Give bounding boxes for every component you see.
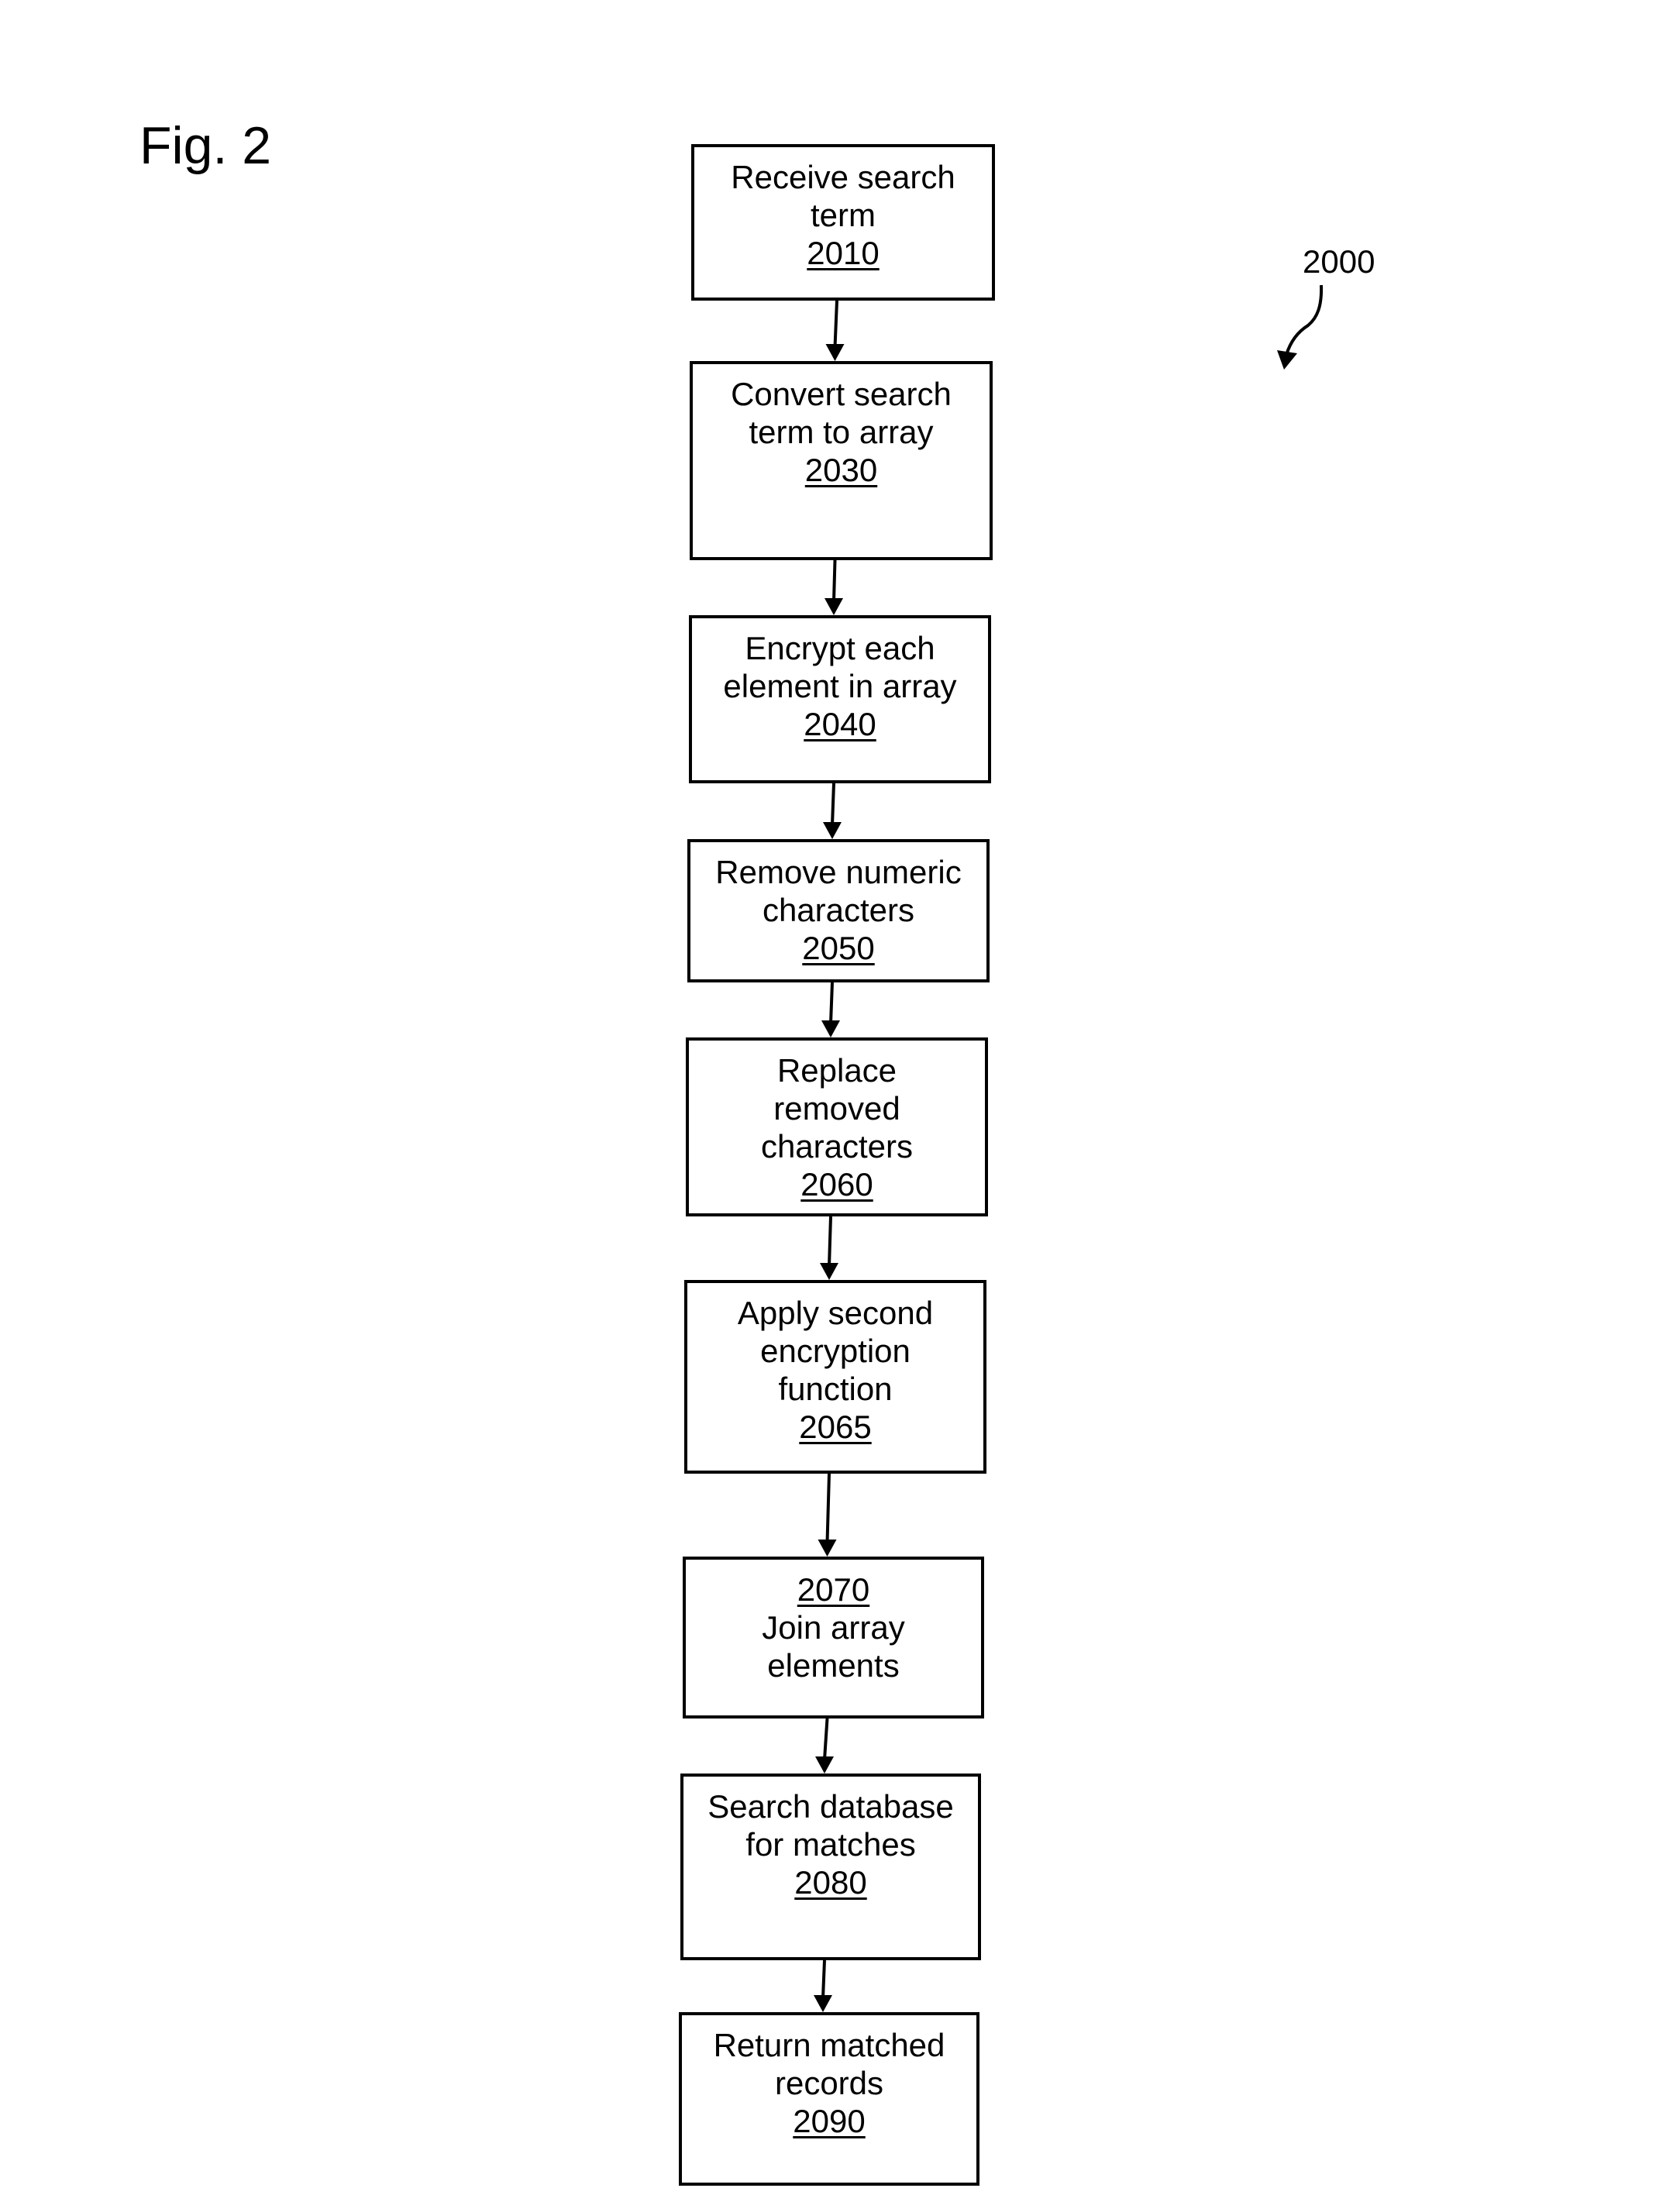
connector-arrowhead: [820, 1263, 838, 1280]
step-label-line: characters: [760, 1128, 914, 1165]
connector-arrowhead: [825, 344, 845, 361]
step-label-line: for matches: [745, 1826, 916, 1863]
connector-line: [823, 1718, 829, 1760]
step-label-line: elements: [767, 1647, 900, 1684]
step-number: 2030: [804, 452, 878, 488]
step-box-join-elements: 2070 Join array elements: [683, 1557, 984, 1718]
step-label-line: Replace: [776, 1052, 897, 1089]
step-box-replace-removed: Replace removed characters 2060: [686, 1037, 988, 1216]
step-label-line: element in array: [723, 668, 957, 704]
step-number: 2070: [797, 1571, 870, 1608]
step-box-return-records: Return matched records 2090: [679, 2012, 979, 2186]
step-number: 2065: [799, 1409, 872, 1445]
step-number: 2010: [807, 235, 880, 271]
step-label-line: Encrypt each: [745, 630, 935, 666]
step-label-line: characters: [762, 892, 915, 928]
step-label-line: Return matched: [713, 2027, 945, 2063]
step-label-line: term to array: [749, 414, 934, 450]
reference-leader-arrow: [1277, 284, 1324, 370]
connector-arrowhead: [825, 598, 843, 615]
connector-arrowhead: [818, 1540, 837, 1557]
connector-line: [833, 300, 838, 348]
connector-line: [829, 982, 834, 1024]
step-label-line: Remove numeric: [715, 854, 962, 890]
step-label-line: Search database: [707, 1788, 954, 1825]
step-box-search-database: Search database for matches 2080: [680, 1774, 981, 1960]
step-label-line: Receive search: [731, 159, 955, 195]
step-box-remove-numeric: Remove numeric characters 2050: [687, 839, 990, 982]
step-label-line: term: [811, 197, 876, 233]
connector-arrowhead: [821, 1020, 840, 1037]
step-label-line: removed: [773, 1090, 900, 1127]
step-number: 2040: [804, 706, 876, 742]
connector-line: [831, 783, 835, 826]
reference-numeral-label: 2000: [1303, 243, 1375, 280]
step-number: 2090: [793, 2103, 866, 2139]
step-label-line: records: [774, 2065, 884, 2101]
step-box-second-encryption: Apply second encryption function 2065: [684, 1280, 986, 1474]
reference-leader-line: [1285, 284, 1324, 356]
connector-line: [825, 1473, 831, 1543]
step-label-line: function: [778, 1371, 893, 1407]
connector-arrowhead: [815, 1756, 834, 1774]
connector-line: [828, 1216, 832, 1267]
figure-label: Fig. 2: [139, 116, 272, 175]
connector-arrowhead: [823, 822, 842, 839]
connector-line: [821, 1959, 826, 1999]
step-number: 2080: [794, 1864, 867, 1901]
connector-line: [832, 559, 837, 602]
step-label-line: Join array: [762, 1609, 905, 1646]
step-box-receive-search-term: Receive search term 2010: [691, 144, 995, 301]
step-label-line: Apply second: [737, 1295, 934, 1331]
step-label-line: Convert search: [731, 376, 952, 412]
step-box-convert-to-array: Convert search term to array 2030: [690, 361, 993, 560]
step-number: 2060: [800, 1166, 873, 1202]
step-number: 2050: [802, 930, 875, 966]
step-box-encrypt-elements: Encrypt each element in array 2040: [689, 615, 991, 783]
step-label-line: encryption: [760, 1333, 911, 1369]
connector-arrowhead: [814, 1995, 832, 2012]
reference-leader-arrowhead: [1277, 350, 1297, 370]
